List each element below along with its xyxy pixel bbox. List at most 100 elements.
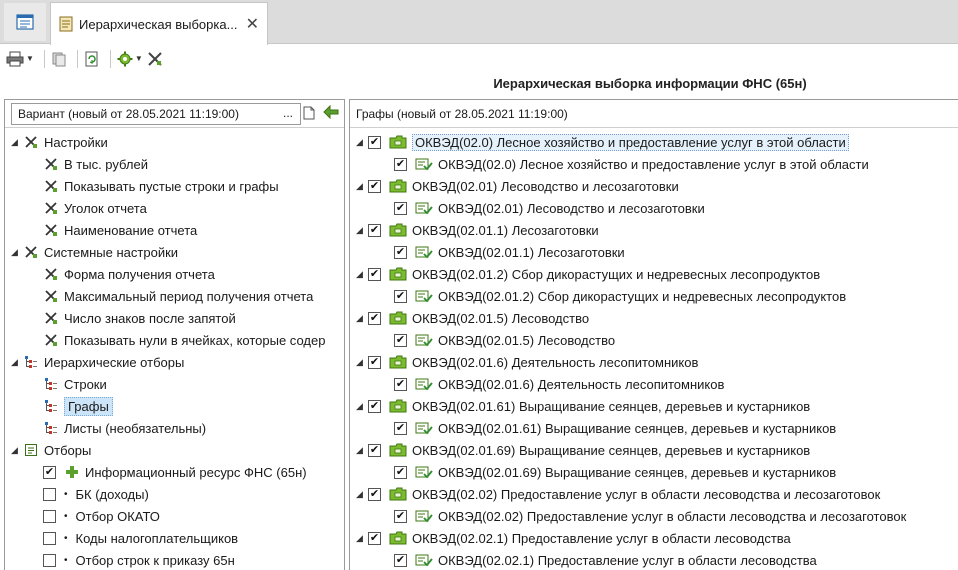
expand-triangle-icon[interactable]: ◢ bbox=[356, 313, 368, 324]
tree-item[interactable]: ✔ Информационный ресурс ФНС (65н) bbox=[43, 461, 307, 483]
checkbox[interactable]: ✔ bbox=[394, 377, 407, 391]
copy-button[interactable] bbox=[51, 48, 67, 70]
tree-item[interactable]: Показывать нули в ячейках, которые содер bbox=[43, 329, 325, 351]
graph-group-row[interactable]: ◢ ✔ ОКВЭД(02.01.69) Выращивание сеянцев, д… bbox=[356, 439, 810, 461]
expand-triangle-icon[interactable]: ◢ bbox=[356, 401, 368, 412]
checkbox[interactable] bbox=[43, 487, 56, 501]
tree-item[interactable]: Число знаков после запятой bbox=[43, 307, 236, 329]
graph-group-row[interactable]: ◢ ✔ ОКВЭД(02.01.2) Сбор дикорастущих и нед… bbox=[356, 263, 820, 285]
graph-leaf-row[interactable]: ✔ ОКВЭД(02.01.1) Лесозаготовки bbox=[394, 241, 625, 263]
tree-item[interactable]: • БК (доходы) bbox=[43, 483, 149, 505]
refresh-button[interactable] bbox=[84, 48, 100, 70]
graph-group-row[interactable]: ◢ ✔ ОКВЭД(02.01.6) Деятельность лесопитомн… bbox=[356, 351, 698, 373]
graph-group-row[interactable]: ◢ ✔ ОКВЭД(02.01.5) Лесоводство bbox=[356, 307, 589, 329]
checkbox[interactable] bbox=[43, 509, 56, 523]
graph-group-row[interactable]: ◢ ✔ ОКВЭД(02.02) Предоставление услуг в об… bbox=[356, 483, 880, 505]
graph-leaf-row[interactable]: ✔ ОКВЭД(02.01.5) Лесоводство bbox=[394, 329, 615, 351]
tree-item-label: Число знаков после запятой bbox=[64, 310, 236, 326]
checkbox[interactable]: ✔ bbox=[394, 157, 407, 171]
tree-item[interactable]: Наименование отчета bbox=[43, 219, 197, 241]
tools-icon bbox=[43, 288, 59, 304]
tools-button[interactable] bbox=[147, 48, 163, 70]
document-icon[interactable] bbox=[303, 106, 315, 123]
expand-triangle-icon[interactable]: ◢ bbox=[356, 489, 368, 500]
graph-leaf-row[interactable]: ✔ ОКВЭД(02.0) Лесное хозяйство и предоста… bbox=[394, 153, 869, 175]
gear-icon bbox=[117, 51, 133, 66]
checkbox[interactable]: ✔ bbox=[368, 311, 381, 325]
checkbox[interactable]: ✔ bbox=[368, 223, 381, 237]
expand-triangle-icon[interactable]: ◢ bbox=[11, 137, 23, 148]
document-check-icon bbox=[415, 552, 433, 568]
checkbox[interactable]: ✔ bbox=[394, 333, 407, 347]
settings-button[interactable]: ▼ bbox=[117, 48, 143, 70]
checkbox[interactable]: ✔ bbox=[394, 201, 407, 215]
expand-triangle-icon[interactable]: ◢ bbox=[356, 445, 368, 456]
graph-leaf-row[interactable]: ✔ ОКВЭД(02.01.69) Выращивание сеянцев, де… bbox=[394, 461, 836, 483]
graph-leaf-row[interactable]: ✔ ОКВЭД(02.01.61) Выращивание сеянцев, де… bbox=[394, 417, 836, 439]
expand-triangle-icon[interactable]: ◢ bbox=[11, 357, 23, 368]
checkbox[interactable]: ✔ bbox=[368, 179, 381, 193]
tree-item[interactable]: Уголок отчета bbox=[43, 197, 147, 219]
checkbox[interactable]: ✔ bbox=[368, 135, 381, 149]
checkbox[interactable]: ✔ bbox=[368, 443, 381, 457]
checkbox[interactable]: ✔ bbox=[368, 267, 381, 281]
home-tab[interactable] bbox=[4, 3, 46, 41]
expand-triangle-icon[interactable]: ◢ bbox=[356, 269, 368, 280]
graph-leaf-row[interactable]: ✔ ОКВЭД(02.01.6) Деятельность лесопитомни… bbox=[394, 373, 724, 395]
graph-leaf-row[interactable]: ✔ ОКВЭД(02.01) Лесоводство и лесозаготовк… bbox=[394, 197, 705, 219]
graph-leaf-row[interactable]: ✔ ОКВЭД(02.01.2) Сбор дикорастущих и недр… bbox=[394, 285, 846, 307]
tree-item[interactable]: • Коды налогоплательщиков bbox=[43, 527, 238, 549]
tree-item[interactable]: ◢ Иерархические отборы bbox=[11, 351, 184, 373]
chevron-down-icon[interactable]: ▼ bbox=[135, 54, 143, 63]
checkbox[interactable] bbox=[43, 531, 56, 545]
graph-group-row[interactable]: ◢ ✔ ОКВЭД(02.01) Лесоводство и лесозаготов… bbox=[356, 175, 679, 197]
graph-leaf-row[interactable]: ✔ ОКВЭД(02.02) Предоставление услуг в обл… bbox=[394, 505, 906, 527]
tree-item[interactable]: Показывать пустые строки и графы bbox=[43, 175, 279, 197]
checkbox[interactable]: ✔ bbox=[394, 289, 407, 303]
tree-item[interactable]: • Отбор ОКАТО bbox=[43, 505, 160, 527]
tree-item[interactable]: ◢ Системные настройки bbox=[11, 241, 178, 263]
tree-item[interactable]: Графы bbox=[43, 395, 113, 417]
variant-field[interactable]: Вариант (новый от 28.05.2021 11:19:00) bbox=[11, 103, 301, 125]
folder-icon bbox=[389, 442, 407, 458]
expand-triangle-icon[interactable]: ◢ bbox=[11, 445, 23, 456]
tree-item[interactable]: Форма получения отчета bbox=[43, 263, 215, 285]
graph-group-row[interactable]: ◢ ✔ ОКВЭД(02.01.1) Лесозаготовки bbox=[356, 219, 599, 241]
tree-item[interactable]: В тыс. рублей bbox=[43, 153, 148, 175]
graph-group-row[interactable]: ◢ ✔ ОКВЭД(02.0) Лесное хозяйство и предост… bbox=[356, 131, 849, 153]
checkbox[interactable]: ✔ bbox=[368, 355, 381, 369]
chevron-down-icon[interactable]: ▼ bbox=[26, 54, 34, 63]
tree-item-label: Отбор строк к приказу 65н bbox=[75, 552, 235, 568]
checkbox[interactable]: ✔ bbox=[394, 509, 407, 523]
graph-leaf-row[interactable]: ✔ ОКВЭД(02.02.1) Предоставление услуг в о… bbox=[394, 549, 817, 570]
expand-triangle-icon[interactable]: ◢ bbox=[356, 357, 368, 368]
checkbox[interactable]: ✔ bbox=[368, 487, 381, 501]
checkbox[interactable]: ✔ bbox=[394, 245, 407, 259]
graph-group-row[interactable]: ◢ ✔ ОКВЭД(02.01.61) Выращивание сеянцев, д… bbox=[356, 395, 810, 417]
close-icon[interactable]: ✕ bbox=[246, 14, 259, 34]
print-button[interactable]: ▼ bbox=[6, 48, 34, 70]
tree-item[interactable]: • Отбор строк к приказу 65н bbox=[43, 549, 235, 570]
expand-triangle-icon[interactable]: ◢ bbox=[356, 137, 368, 148]
checkbox[interactable]: ✔ bbox=[394, 553, 407, 567]
tree-item[interactable]: Максимальный период получения отчета bbox=[43, 285, 313, 307]
expand-triangle-icon[interactable]: ◢ bbox=[356, 181, 368, 192]
expand-triangle-icon[interactable]: ◢ bbox=[356, 225, 368, 236]
tree-item-label: Отборы bbox=[44, 442, 92, 458]
tree-item[interactable]: Строки bbox=[43, 373, 107, 395]
tree-item[interactable]: Листы (необязательны) bbox=[43, 417, 206, 439]
tree-item[interactable]: ◢ Отборы bbox=[11, 439, 91, 461]
expand-triangle-icon[interactable]: ◢ bbox=[11, 247, 23, 258]
checkbox[interactable]: ✔ bbox=[394, 421, 407, 435]
tab-hierarchical-selection[interactable]: Иерархическая выборка... ✕ bbox=[50, 2, 268, 45]
variant-browse-button[interactable]: ... bbox=[283, 106, 293, 120]
tree-item[interactable]: ◢ Настройки bbox=[11, 131, 108, 153]
checkbox[interactable]: ✔ bbox=[368, 531, 381, 545]
checkbox[interactable] bbox=[43, 553, 56, 567]
expand-triangle-icon[interactable]: ◢ bbox=[356, 533, 368, 544]
checkbox[interactable]: ✔ bbox=[368, 399, 381, 413]
checkbox[interactable]: ✔ bbox=[394, 465, 407, 479]
graph-group-row[interactable]: ◢ ✔ ОКВЭД(02.02.1) Предоставление услуг в … bbox=[356, 527, 791, 549]
back-arrow-icon[interactable] bbox=[323, 104, 339, 122]
checkbox[interactable]: ✔ bbox=[43, 465, 56, 479]
